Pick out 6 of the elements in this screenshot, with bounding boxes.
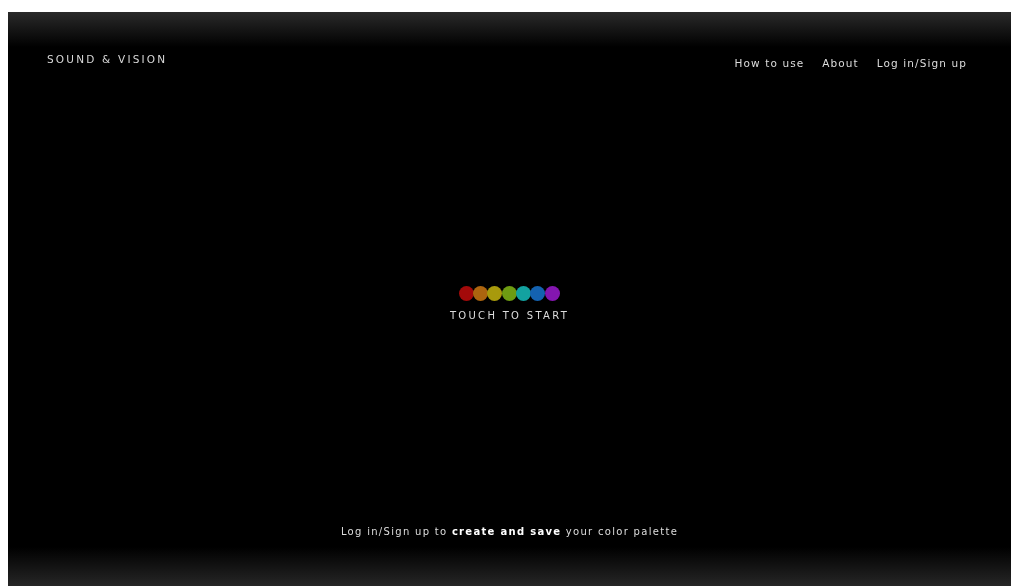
nav-link[interactable]: How to use — [734, 57, 805, 69]
footer-text: Log in/Sign up to create and save your color palette — [340, 526, 679, 539]
nav-link[interactable]: Log in/Sign up — [876, 57, 967, 69]
nav-link[interactable]: About — [822, 57, 859, 69]
brand-logo[interactable]: SOUND & VISION — [47, 53, 168, 65]
start-button[interactable]: TOUCH TO START — [449, 309, 570, 321]
